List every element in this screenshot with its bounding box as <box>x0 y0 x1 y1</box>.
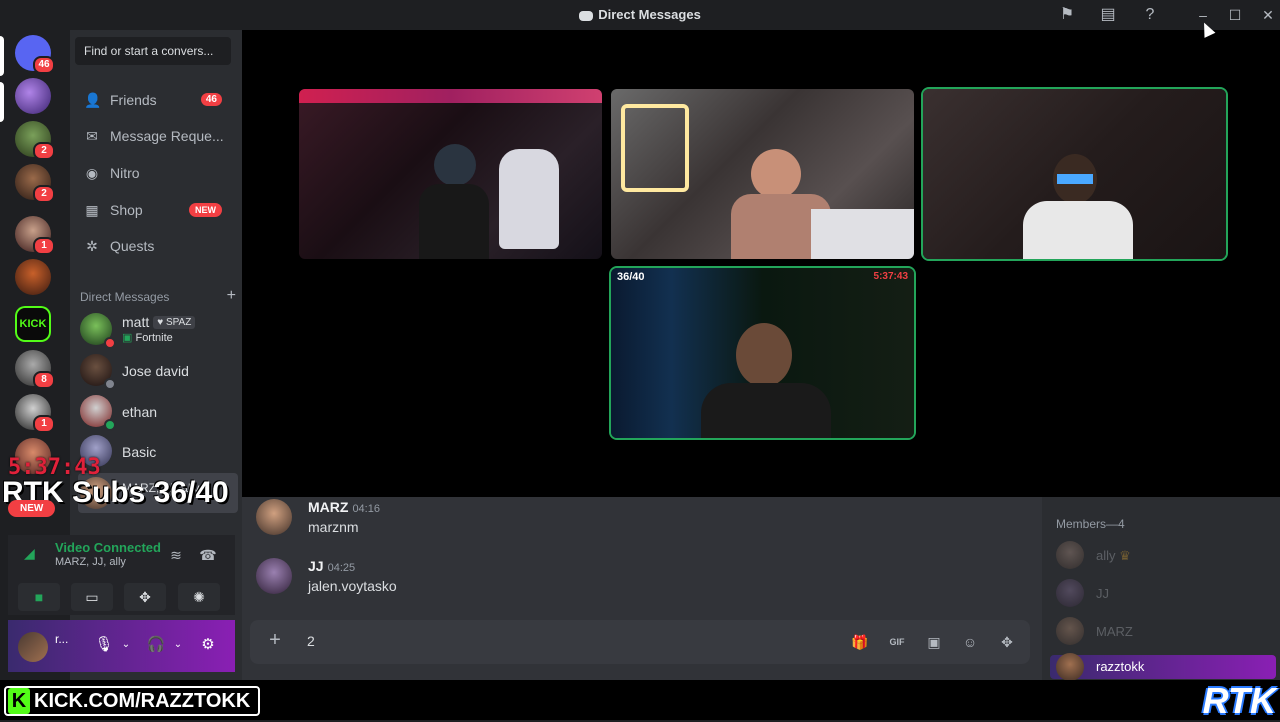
status-online-icon <box>104 419 116 431</box>
video-tile[interactable] <box>611 89 914 259</box>
gamepad-icon: ▣ <box>122 332 133 344</box>
emoji-icon[interactable]: ☺ <box>959 631 981 653</box>
quests-icon: ✲ <box>86 238 98 254</box>
video-tile[interactable] <box>299 89 602 259</box>
server-icon[interactable]: 1 <box>15 216 55 255</box>
kick-logo-icon: K <box>8 688 30 714</box>
nav-quests[interactable]: ✲ Quests <box>78 229 238 263</box>
sticker-icon[interactable]: ▣ <box>923 631 945 653</box>
avatar[interactable] <box>256 558 292 594</box>
server-icon[interactable] <box>15 259 51 295</box>
kick-url-overlay: K KICK.COM/RAZZTOKK <box>4 686 261 716</box>
member-item[interactable]: ally ♛ <box>1056 541 1276 573</box>
dm-item-jose-david[interactable]: Jose david <box>78 350 238 390</box>
voice-status-panel: ◢ Video Connected MARZ, JJ, ally ≋ ☎ ■ ▭… <box>8 535 235 615</box>
apps-icon[interactable]: ✥ <box>996 631 1018 653</box>
soundboard-button[interactable]: ✺ <box>178 583 220 611</box>
avatar <box>1056 541 1084 569</box>
dm-section-header: Direct Messages + <box>80 287 236 304</box>
crown-icon: ♛ <box>1119 548 1131 563</box>
nitro-icon: ◉ <box>85 165 99 181</box>
nav-shop[interactable]: ▦ Shop NEW <box>78 193 238 227</box>
create-dm-plus-icon[interactable]: + <box>227 287 236 305</box>
message-composer[interactable]: + 2 🎁 GIF ▣ ☺ ✥ <box>250 620 1030 664</box>
server-icon[interactable]: 2 <box>15 164 55 203</box>
attach-plus-icon[interactable]: + <box>264 629 286 651</box>
window-title: Direct Messages <box>0 7 1280 22</box>
dm-item-basic[interactable]: Basic <box>78 431 238 471</box>
help-icon[interactable]: ? <box>1140 5 1160 25</box>
flag-icon[interactable]: ⚑ <box>1057 5 1077 25</box>
gif-icon[interactable]: GIF <box>886 631 908 653</box>
video-tile-speaking[interactable] <box>923 89 1226 259</box>
friends-icon: 👤 <box>84 92 102 108</box>
nav-message-requests[interactable]: ✉ Message Reque... <box>78 119 238 153</box>
avatar <box>1056 617 1084 645</box>
server-pill <box>0 82 4 122</box>
avatar[interactable] <box>256 499 292 535</box>
server-icon[interactable]: 8 <box>15 350 55 389</box>
member-item-self[interactable]: razztokk <box>1050 653 1276 681</box>
chevron-down-icon[interactable]: ⌄ <box>116 635 136 655</box>
avatar <box>1056 579 1084 607</box>
nav-friends[interactable]: 👤 Friends 46 <box>78 83 238 117</box>
member-item[interactable]: MARZ <box>1056 617 1276 649</box>
server-icon[interactable] <box>15 78 51 114</box>
kick-server-icon[interactable]: KICK <box>15 306 51 342</box>
avatar <box>1056 653 1084 681</box>
dm-item-ethan[interactable]: ethan <box>78 391 238 431</box>
gear-icon[interactable]: ⚙ <box>198 635 218 655</box>
chat-area: MARZ 04:16 marznm JJ 04:25 jalen.voytasko … <box>242 497 1042 680</box>
headphones-icon[interactable]: 🎧 <box>146 635 166 655</box>
screen-share-button[interactable]: ▭ <box>71 583 113 611</box>
user-panel: r... 🎙 ⌄ 🎧 ⌄ ⚙ <box>8 620 235 672</box>
avatar[interactable] <box>18 632 48 662</box>
video-stage: 36/40 5:37:43 <box>242 30 1280 497</box>
close-button[interactable]: ✕ <box>1255 4 1280 26</box>
shop-icon: ▦ <box>85 202 99 218</box>
tag-badge: ♥ SPAZ <box>153 316 196 329</box>
rtk-logo: RTK <box>1202 680 1276 721</box>
message: JJ 04:25 jalen.voytasko <box>256 556 956 600</box>
nav-nitro[interactable]: ◉ Nitro <box>78 156 238 190</box>
envelope-icon: ✉ <box>86 128 98 144</box>
server-icon[interactable]: 2 <box>15 121 55 160</box>
selected-pill <box>0 36 4 76</box>
message: MARZ 04:16 marznm <box>256 497 956 541</box>
search-input[interactable]: Find or start a convers... <box>75 37 231 65</box>
status-offline-icon <box>104 378 116 390</box>
gift-icon[interactable]: 🎁 <box>849 631 871 653</box>
members-panel: Members—4 ally ♛ JJ MARZ razztokk <box>1042 497 1280 681</box>
home-button[interactable]: 46 <box>15 35 55 74</box>
camera-button[interactable]: ■ <box>18 583 60 611</box>
video-tile-speaking[interactable]: 36/40 5:37:43 <box>611 268 914 438</box>
member-item[interactable]: JJ <box>1056 579 1276 611</box>
activities-button[interactable]: ✥ <box>124 583 166 611</box>
title-bar: Direct Messages ⚑ ▤ ? – ☐ ✕ <box>0 0 1280 30</box>
dm-item-matt[interactable]: matt ♥ SPAZ ▣ Fortnite <box>78 309 238 349</box>
disconnect-icon[interactable]: ☎ <box>198 545 218 565</box>
noise-suppression-icon[interactable]: ≋ <box>166 545 186 565</box>
discord-icon <box>579 10 594 21</box>
status-dnd-icon <box>104 337 116 349</box>
microphone-icon[interactable]: 🎙 <box>94 635 114 655</box>
maximize-button[interactable]: ☐ <box>1222 4 1248 26</box>
signal-icon: ◢ <box>24 545 35 561</box>
chevron-down-icon[interactable]: ⌄ <box>168 635 188 655</box>
new-badge: NEW <box>8 500 56 517</box>
server-icon[interactable]: 1 <box>15 394 55 433</box>
inbox-icon[interactable]: ▤ <box>1098 5 1118 25</box>
